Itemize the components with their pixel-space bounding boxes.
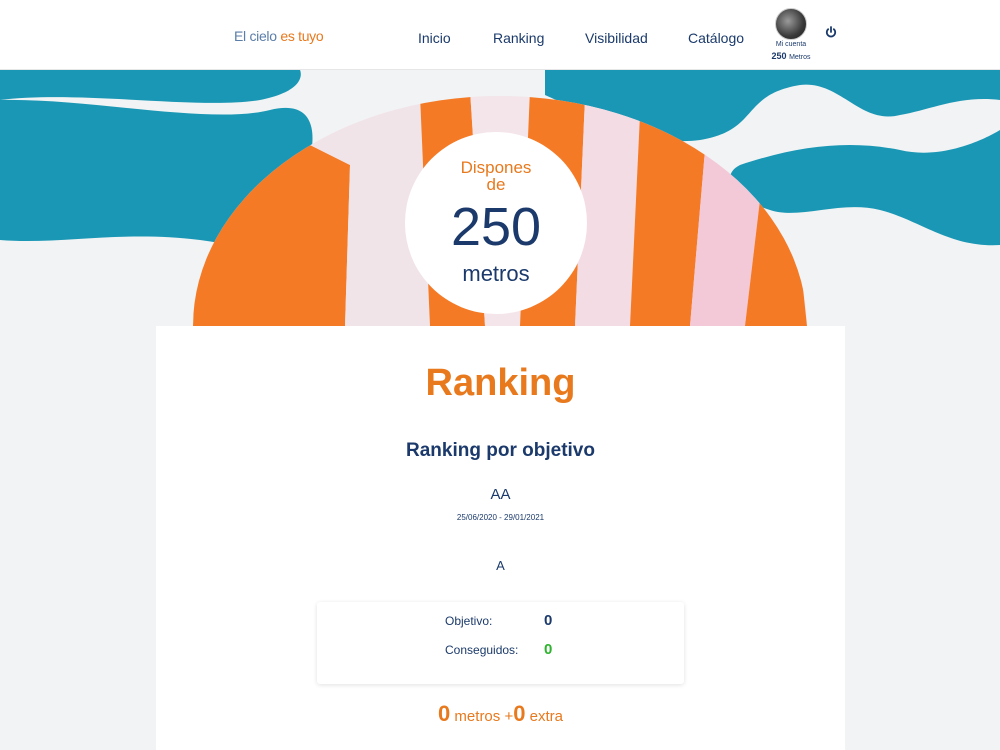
- section-subtitle: Ranking por objetivo: [406, 440, 595, 461]
- account-meters-unit: Metros: [789, 54, 811, 61]
- objective-label: Objetivo:: [445, 614, 493, 628]
- top-header: El cielo es tuyo Inicio Ranking Visibili…: [0, 0, 1000, 70]
- avatar[interactable]: [775, 8, 807, 40]
- hero-meters-value: 250: [450, 197, 542, 257]
- nav-ranking[interactable]: Ranking: [493, 30, 544, 46]
- ranking-card: Ranking Ranking por objetivo AA 25/06/20…: [156, 326, 845, 750]
- nav-inicio[interactable]: Inicio: [418, 30, 451, 46]
- logo-text-part2: es tuyo: [280, 28, 324, 44]
- objective-value: 0: [544, 612, 553, 629]
- power-icon[interactable]: [824, 25, 838, 39]
- hero-meters-unit: metros: [462, 261, 530, 286]
- objective-name: AA: [490, 486, 511, 503]
- hero-banner: Dispones de 250 metros: [0, 70, 1000, 326]
- logo-text-part1: El cielo: [234, 28, 281, 44]
- achieved-value: 0: [544, 641, 553, 658]
- meters-available-circle: Dispones de 250 metros: [405, 132, 587, 314]
- objective-dates: 25/06/2020 - 29/01/2021: [456, 513, 545, 522]
- objective-level: A: [496, 558, 505, 573]
- hero-label-line2: de: [486, 175, 506, 194]
- achieved-label: Conseguidos:: [445, 643, 519, 657]
- result-meters-value: 0: [438, 701, 451, 726]
- hero-label: Dispones de: [405, 159, 587, 193]
- result-extra-label: extra: [525, 708, 563, 725]
- page-title: Ranking: [425, 362, 576, 404]
- objective-stats-box: Objetivo: 0 Conseguidos: 0: [317, 602, 684, 684]
- nav-catalogo[interactable]: Catálogo: [688, 30, 744, 46]
- result-extra-value: 0: [513, 701, 526, 726]
- result-summary: 0 metros +0 extra: [156, 701, 845, 727]
- result-meters-label: metros +: [450, 708, 514, 725]
- nav-visibilidad[interactable]: Visibilidad: [585, 30, 648, 46]
- account-meters: 250 Metros: [764, 51, 818, 61]
- logo[interactable]: El cielo es tuyo: [234, 28, 324, 44]
- account-label: Mi cuenta: [775, 41, 807, 48]
- account-meters-value: 250: [771, 51, 787, 61]
- account-menu[interactable]: Mi cuenta 250 Metros: [764, 8, 818, 61]
